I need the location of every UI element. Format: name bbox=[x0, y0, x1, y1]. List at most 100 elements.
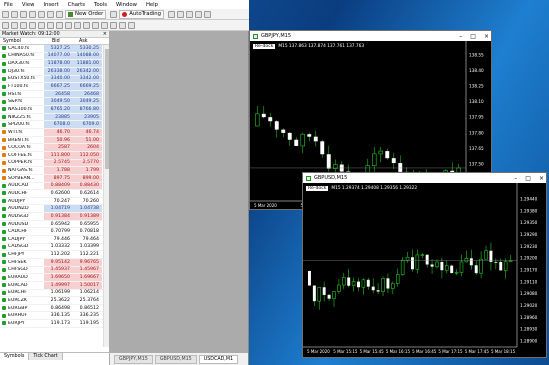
candle-body bbox=[435, 261, 439, 267]
market-watch-row[interactable]: NATGAS.fs 1.788 1.799 bbox=[0, 167, 109, 175]
fibonacci-icon[interactable] bbox=[56, 21, 63, 29]
market-watch-row[interactable]: WTI.fs 46.70 46.74 bbox=[0, 129, 109, 137]
new-order-button[interactable]: New Order bbox=[65, 9, 107, 19]
text-icon[interactable] bbox=[65, 21, 72, 29]
label-icon[interactable] bbox=[74, 21, 81, 29]
market-watch-icon[interactable] bbox=[20, 10, 27, 18]
channel-icon[interactable] bbox=[47, 21, 54, 29]
candle-body bbox=[326, 154, 331, 169]
menu-window[interactable]: Window bbox=[116, 2, 137, 8]
tab-tick-chart[interactable]: Tick Chart bbox=[29, 353, 63, 360]
new-chart-icon[interactable] bbox=[2, 10, 9, 18]
market-watch-row[interactable]: CADJPY 79.446 79.464 bbox=[0, 236, 109, 244]
market-watch-row[interactable]: CHFSGD 1.45937 1.45967 bbox=[0, 266, 109, 275]
zoom-in-icon[interactable] bbox=[195, 10, 203, 18]
terminal-icon[interactable] bbox=[47, 10, 54, 18]
menu-help[interactable]: Help bbox=[146, 2, 158, 8]
minimize-icon[interactable]: – bbox=[459, 33, 462, 40]
column-bid[interactable]: Bid bbox=[44, 39, 75, 44]
market-watch-row[interactable]: AUDNZD 1.04719 1.04738 bbox=[0, 205, 109, 214]
data-window-icon[interactable] bbox=[29, 10, 36, 18]
market-watch-row[interactable]: BRENT.fs 50.96 51.00 bbox=[0, 136, 109, 145]
market-watch-row[interactable]: DAX30.fs 11878.00 11881.00 bbox=[0, 60, 109, 68]
market-watch-row[interactable]: COFFEE.fs 111.800 112.050 bbox=[0, 151, 109, 160]
vertical-line-icon[interactable] bbox=[20, 21, 27, 29]
market-watch-row[interactable]: AUDCHF 0.62600 0.62614 bbox=[0, 190, 109, 198]
period-m15-icon[interactable] bbox=[110, 21, 117, 29]
shapes-icon[interactable] bbox=[83, 21, 90, 29]
market-watch-row[interactable]: EUSTX50.fs 3340.00 3342.00 bbox=[0, 75, 109, 84]
market-watch-row[interactable]: CHFSEK 9.95142 9.96765 bbox=[0, 258, 109, 267]
maximize-icon[interactable]: □ bbox=[470, 33, 476, 40]
market-watch-row[interactable]: EURHUF 336.135 336.235 bbox=[0, 312, 109, 321]
minimize-icon[interactable]: – bbox=[514, 175, 517, 182]
market-watch-row[interactable]: NIKZ25.fs 23885 23905 bbox=[0, 113, 109, 122]
market-watch-row[interactable]: DJ30.fs 26338.00 26342.00 bbox=[0, 67, 109, 76]
tab-symbols[interactable]: Symbols bbox=[0, 353, 30, 360]
period-m1-icon[interactable] bbox=[92, 21, 99, 29]
menu-insert[interactable]: Insert bbox=[43, 2, 58, 8]
maximize-icon[interactable]: □ bbox=[525, 175, 531, 182]
bid-cell: 119.173 bbox=[50, 320, 70, 326]
close-icon[interactable]: × bbox=[539, 175, 544, 182]
bar-chart-icon[interactable] bbox=[168, 10, 176, 18]
market-watch-row[interactable]: EURCAD 1.49997 1.50017 bbox=[0, 281, 109, 290]
tab-gbpjpy-m15[interactable]: GBPJPY,M15 bbox=[114, 354, 153, 364]
market-watch-row[interactable]: SOYBEAN... 897.75 899.00 bbox=[0, 174, 109, 183]
symbol-name: CADJPY bbox=[8, 236, 26, 242]
market-watch-row[interactable]: CADSGD 1.03332 1.03399 bbox=[0, 244, 109, 252]
market-watch-row[interactable]: FT100.fs 6667.25 6669.25 bbox=[0, 83, 109, 91]
line-chart-icon[interactable] bbox=[186, 10, 194, 18]
market-watch-row[interactable]: EURCHF 1.06199 1.06214 bbox=[0, 290, 109, 298]
market-watch-row[interactable]: AUDSGD 0.91384 0.91389 bbox=[0, 213, 109, 221]
market-watch-row[interactable]: COPPER.fs 2.5745 2.5770 bbox=[0, 159, 109, 168]
close-icon[interactable]: × bbox=[484, 33, 489, 40]
horizontal-line-icon[interactable] bbox=[29, 21, 36, 29]
market-watch-row[interactable]: EURAUD 1.69650 1.69667 bbox=[0, 274, 109, 282]
tab-gbpusd-m15[interactable]: GBPUSD,M15 bbox=[154, 354, 197, 364]
market-watch-row[interactable]: COCOA.fs 2587 2604 bbox=[0, 144, 109, 152]
period-m5-icon[interactable] bbox=[101, 21, 108, 29]
column-ask[interactable]: Ask bbox=[75, 39, 104, 44]
profiles-icon[interactable] bbox=[11, 10, 18, 18]
candlestick-icon[interactable] bbox=[177, 10, 185, 18]
menu-charts[interactable]: Charts bbox=[68, 2, 85, 8]
market-watch-row[interactable]: SPI200.fs 6708.0 6709.0 bbox=[0, 121, 109, 130]
chart-window-title-bar[interactable]: GBPUSD,M15 – □ × bbox=[303, 173, 546, 183]
market-watch-row[interactable]: CADCHF 0.70799 0.70818 bbox=[0, 228, 109, 237]
navigator-icon[interactable] bbox=[38, 10, 45, 18]
autotrading-button[interactable]: AutoTrading bbox=[119, 9, 165, 19]
market-watch-scrollbar[interactable] bbox=[103, 45, 109, 347]
candlestick-chart-gbpusd[interactable]: 1.29440 1.29380 1.29350 1.29290 1.29230 1.292… bbox=[303, 183, 546, 357]
period-d1-icon[interactable] bbox=[128, 21, 135, 29]
market-watch-row[interactable]: AUDCAD 0.88409 0.88430 bbox=[0, 182, 109, 191]
market-watch-row[interactable]: NAS100.fs 8765.20 8766.80 bbox=[0, 106, 109, 114]
menu-view[interactable]: View bbox=[22, 2, 35, 8]
menu-file[interactable]: File bbox=[4, 2, 13, 8]
zoom-out-icon[interactable] bbox=[204, 10, 212, 18]
column-symbol[interactable]: Symbol bbox=[0, 39, 44, 44]
trendline-icon[interactable] bbox=[38, 21, 45, 29]
period-h1-icon[interactable] bbox=[119, 21, 126, 29]
market-watch-row[interactable]: AUDUSD 0.65942 0.65955 bbox=[0, 221, 109, 229]
tab-usdcad-m1[interactable]: USDCAD,M1 bbox=[198, 354, 239, 364]
market-watch-row[interactable]: AUDJPY 70.247 70.260 bbox=[0, 198, 109, 206]
cursor-icon[interactable] bbox=[2, 21, 9, 29]
close-icon[interactable]: × bbox=[103, 31, 109, 37]
market-watch-row[interactable]: EURCZK 25.3622 25.3764 bbox=[0, 297, 109, 305]
chart-window-title: GBPJPY,M15 bbox=[261, 33, 292, 39]
meta-editor-icon[interactable] bbox=[110, 10, 118, 18]
market-watch-row[interactable]: CAC40.fs 5327.25 5330.25 bbox=[0, 45, 109, 53]
chart-window-gbpusd[interactable]: GBPUSD,M15 – □ × Re-dock M15 1.29374 1.2… bbox=[302, 172, 547, 358]
market-watch-row[interactable]: EURJPY 119.173 119.195 bbox=[0, 320, 109, 328]
market-watch-row[interactable]: CHFJPY 112.202 112.221 bbox=[0, 251, 109, 259]
tester-icon[interactable] bbox=[56, 10, 63, 18]
market-watch-row[interactable]: HSI.fs 26458 26468 bbox=[0, 90, 109, 99]
crosshair-icon[interactable] bbox=[11, 21, 18, 29]
market-watch-row[interactable]: S&P.fs 3049.50 3049.25 bbox=[0, 98, 109, 107]
menu-tools[interactable]: Tools bbox=[94, 2, 107, 8]
market-watch-row[interactable]: EURGBP 0.86498 0.86512 bbox=[0, 305, 109, 313]
scrollbar-thumb[interactable] bbox=[105, 49, 109, 169]
market-watch-row[interactable]: CHINA50.fs 14077.00 14088.00 bbox=[0, 52, 109, 61]
chart-window-title-bar[interactable]: GBPJPY,M15 – □ × bbox=[250, 31, 491, 41]
